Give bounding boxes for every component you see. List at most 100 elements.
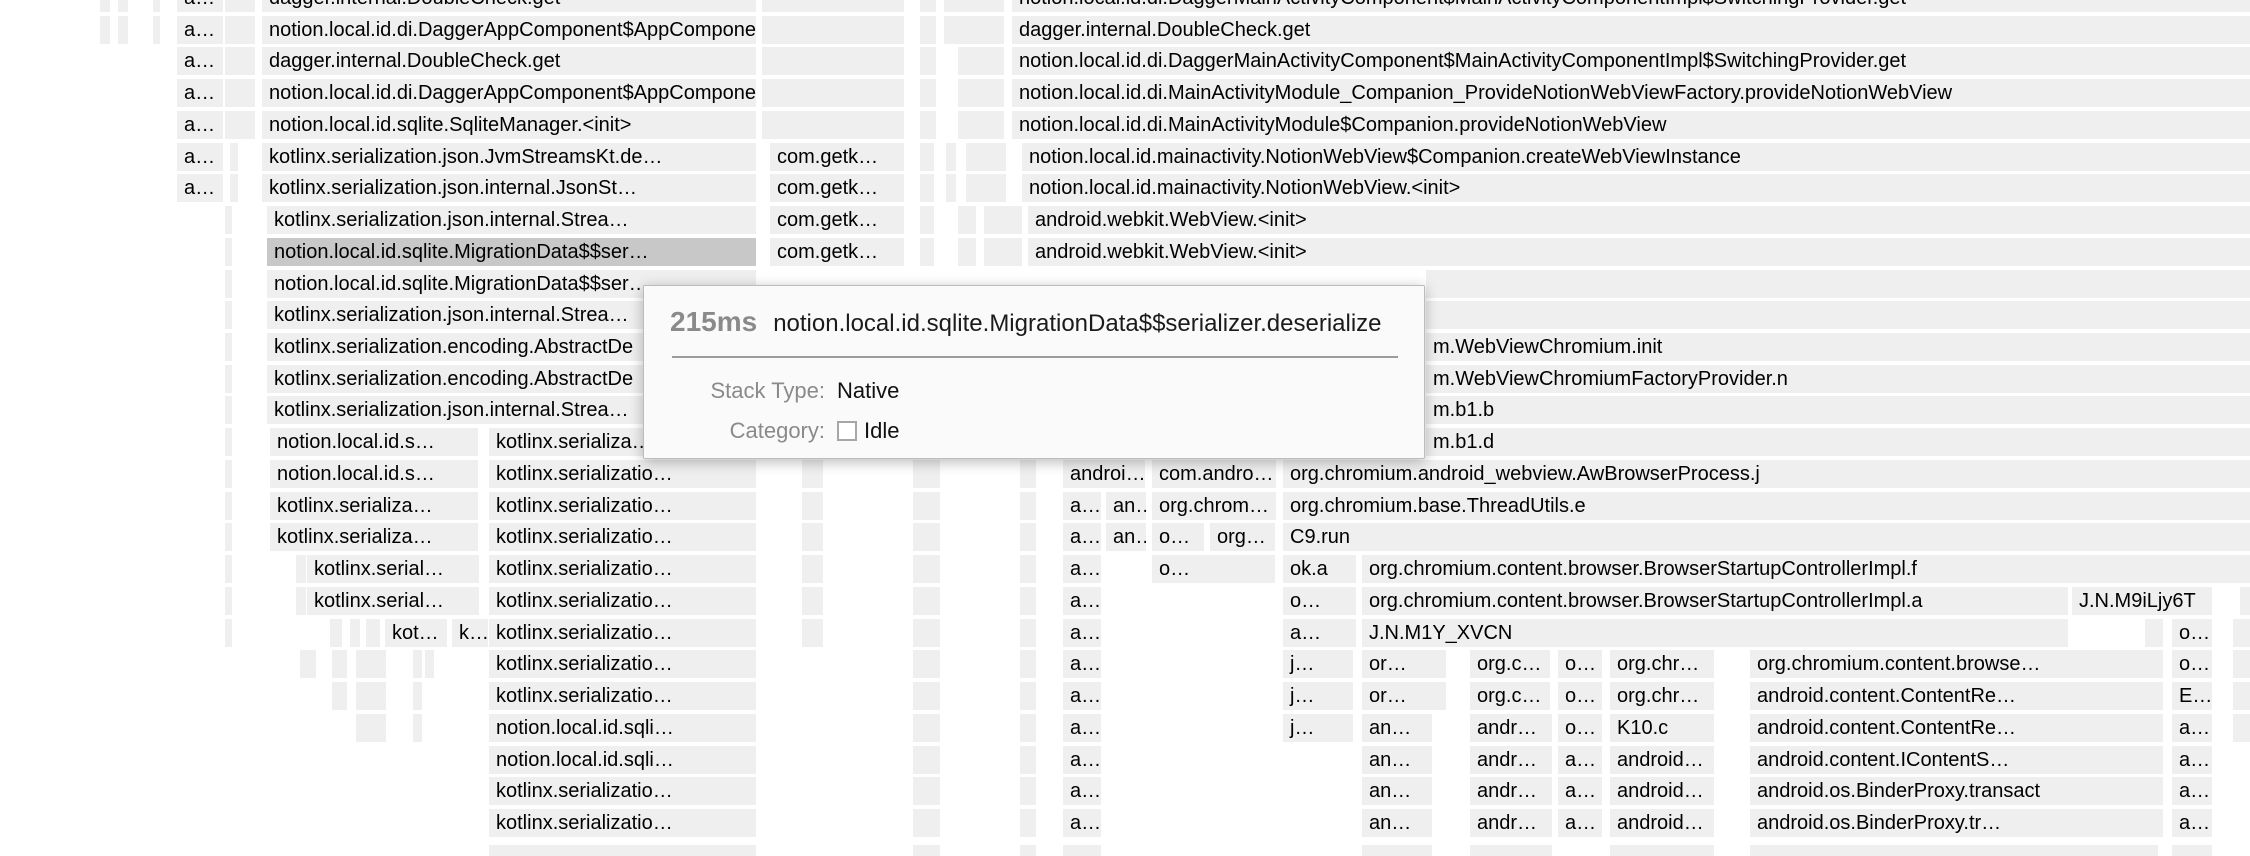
frame-cell[interactable]: android… (1610, 746, 1714, 774)
frame-fragment[interactable] (762, 0, 904, 12)
frame-fragment[interactable] (1020, 714, 1036, 742)
frame-cell[interactable]: kotlinx.serializatio… (489, 809, 756, 837)
frame-fragment[interactable] (350, 619, 360, 647)
frame-cell[interactable]: dagger.internal.DoubleCheck.get (262, 0, 756, 12)
frame-fragment[interactable] (913, 555, 940, 583)
frame-fragment[interactable] (118, 16, 128, 44)
frame-fragment[interactable] (1063, 845, 1101, 856)
frame-fragment[interactable] (913, 619, 940, 647)
frame-fragment[interactable] (966, 174, 1006, 202)
frame-fragment[interactable] (802, 587, 823, 615)
frame-fragment[interactable] (230, 174, 238, 202)
frame-fragment[interactable] (2233, 714, 2250, 742)
frame-fragment[interactable] (296, 555, 306, 583)
frame-fragment[interactable] (984, 206, 1022, 234)
frame-cell[interactable]: kotlinx.serialization.json.internal.Json… (262, 174, 756, 202)
frame-fragment[interactable] (913, 587, 940, 615)
frame-fragment[interactable] (1426, 301, 2250, 329)
frame-cell[interactable]: an… (1362, 809, 1432, 837)
frame-fragment[interactable] (2145, 777, 2163, 805)
frame-fragment[interactable] (802, 523, 823, 551)
frame-fragment[interactable] (913, 746, 940, 774)
frame-cell[interactable]: android.content.ContentRe… (1750, 714, 2158, 742)
frame-cell[interactable]: kotlinx.serializatio… (489, 682, 756, 710)
frame-cell[interactable]: org.c… (1470, 682, 1550, 710)
frame-cell[interactable]: j… (1283, 650, 1353, 678)
frame-fragment[interactable] (920, 0, 936, 12)
frame-cell[interactable]: org.chromium.content.browser.BrowserStar… (1362, 587, 2068, 615)
frame-fragment[interactable] (762, 79, 904, 107)
frame-cell[interactable]: K10.c (1610, 714, 1714, 742)
frame-cell[interactable]: an… (1106, 492, 1146, 520)
frame-fragment[interactable] (913, 523, 940, 551)
frame-fragment[interactable] (946, 174, 956, 202)
frame-cell[interactable]: an… (1362, 714, 1432, 742)
frame-cell[interactable]: kotlinx.serializa… (270, 523, 478, 551)
frame-fragment[interactable] (413, 682, 422, 710)
frame-cell[interactable]: kotlinx.serializatio… (489, 555, 756, 583)
frame-fragment[interactable] (296, 587, 306, 615)
frame-cell[interactable]: a… (2172, 746, 2212, 774)
frame-cell[interactable]: dagger.internal.DoubleCheck.get (262, 47, 756, 75)
frame-fragment[interactable] (1610, 845, 1714, 856)
frame-cell[interactable]: a… (1063, 619, 1101, 647)
frame-fragment[interactable] (225, 238, 232, 266)
frame-cell[interactable]: notion.local.id.di.DaggerAppComponent$Ap… (262, 79, 756, 107)
frame-fragment[interactable] (2145, 714, 2163, 742)
frame-fragment[interactable] (920, 47, 936, 75)
frame-fragment[interactable] (118, 0, 128, 12)
frame-fragment[interactable] (944, 16, 1004, 44)
frame-cell[interactable]: android.content.ContentRe… (1750, 682, 2158, 710)
frame-fragment[interactable] (225, 111, 255, 139)
frame-cell[interactable]: notion.local.id.di.DaggerAppComponent$Ap… (262, 16, 756, 44)
frame-fragment[interactable] (153, 16, 160, 44)
frame-cell[interactable]: org.chromium.base.ThreadUtils.e (1283, 492, 2250, 520)
frame-fragment[interactable] (225, 555, 232, 583)
frame-cell[interactable]: a… (1063, 746, 1101, 774)
frame-cell[interactable]: a… (177, 0, 223, 12)
frame-fragment[interactable] (366, 619, 380, 647)
frame-cell[interactable]: notion.local.id.sqlite.MigrationData$$se… (267, 238, 756, 266)
frame-cell[interactable]: m.WebViewChromiumFactoryProvider.n (1426, 365, 2250, 393)
frame-cell[interactable]: a… (1063, 650, 1101, 678)
frame-cell[interactable]: android.os.BinderProxy.tr… (1750, 809, 2158, 837)
frame-cell[interactable]: J.N.M9iLjy6T (2072, 587, 2212, 615)
frame-fragment[interactable] (1020, 460, 1036, 488)
frame-cell[interactable]: com.getk… (770, 143, 904, 171)
frame-cell[interactable]: an… (1362, 746, 1432, 774)
frame-fragment[interactable] (2145, 619, 2163, 647)
frame-fragment[interactable] (225, 492, 232, 520)
frame-cell[interactable]: kotlinx.serializatio… (489, 587, 756, 615)
frame-cell[interactable]: notion.local.id.mainactivity.NotionWebVi… (1022, 143, 2250, 171)
frame-fragment[interactable] (1362, 845, 1432, 856)
frame-fragment[interactable] (2145, 650, 2163, 678)
frame-fragment[interactable] (225, 396, 232, 424)
frame-cell[interactable]: org.chromium.android_webview.AwBrowserPr… (1283, 460, 2250, 488)
frame-fragment[interactable] (356, 714, 386, 742)
frame-cell[interactable]: j… (1283, 682, 1353, 710)
frame-cell[interactable]: android.content.IContentS… (1750, 746, 2158, 774)
frame-fragment[interactable] (913, 845, 940, 856)
frame-cell[interactable]: org.chromium.content.browse… (1750, 650, 2158, 678)
frame-cell[interactable]: kotlinx.serializatio… (489, 523, 756, 551)
frame-fragment[interactable] (225, 16, 255, 44)
frame-cell[interactable]: a… (2172, 777, 2212, 805)
frame-cell[interactable]: or… (1362, 682, 1446, 710)
frame-fragment[interactable] (2145, 746, 2163, 774)
frame-cell[interactable]: a… (177, 47, 223, 75)
frame-cell[interactable]: a… (2172, 714, 2212, 742)
frame-fragment[interactable] (802, 619, 823, 647)
frame-fragment[interactable] (413, 714, 422, 742)
frame-fragment[interactable] (153, 0, 160, 12)
frame-fragment[interactable] (920, 143, 934, 171)
frame-fragment[interactable] (762, 16, 904, 44)
frame-cell[interactable]: or… (1362, 650, 1446, 678)
frame-cell[interactable]: o… (1152, 523, 1204, 551)
frame-cell[interactable]: notion.local.id.s… (270, 428, 478, 456)
frame-cell[interactable]: a… (177, 16, 223, 44)
frame-cell[interactable]: notion.local.id.s… (270, 460, 478, 488)
frame-fragment[interactable] (1020, 492, 1036, 520)
frame-cell[interactable]: notion.local.id.di.DaggerMainActivityCom… (1012, 47, 2250, 75)
frame-fragment[interactable] (913, 460, 940, 488)
frame-cell[interactable]: k… (452, 619, 488, 647)
